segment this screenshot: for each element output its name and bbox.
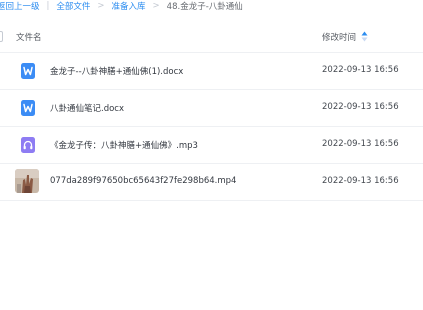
back-link[interactable]: 返回上一级 xyxy=(0,0,40,12)
file-row[interactable]: 金龙子--八卦神膳+通仙佛(1).docx 2022-09-13 16:56 xyxy=(0,52,423,89)
audio-file-icon xyxy=(21,137,35,153)
breadcrumb-separator: > xyxy=(152,1,160,11)
file-row[interactable]: 《金龙子传：八卦神膳+通仙佛》.mp3 2022-09-13 16:56 xyxy=(0,126,423,163)
file-modified-time: 2022-09-13 16:56 xyxy=(322,139,399,149)
file-modified-time: 2022-09-13 16:56 xyxy=(322,65,399,75)
file-name[interactable]: 八卦通仙笔记.docx xyxy=(50,102,124,114)
breadcrumb: 返回上一级 | 全部文件 > 准备入库 > 48.金龙子-八卦通仙 xyxy=(0,0,243,12)
word-doc-icon xyxy=(21,100,35,116)
file-modified-time: 2022-09-13 16:56 xyxy=(322,176,399,186)
file-row[interactable]: 077da289f97650bc65643f27fe298b64.mp4 202… xyxy=(0,163,423,201)
select-all-checkbox[interactable] xyxy=(0,31,3,42)
breadcrumb-separator: | xyxy=(46,1,50,11)
file-modified-time: 2022-09-13 16:56 xyxy=(322,102,399,112)
file-row[interactable]: 八卦通仙笔记.docx 2022-09-13 16:56 xyxy=(0,89,423,126)
column-header-modified[interactable]: 修改时间 xyxy=(322,31,356,43)
video-thumbnail xyxy=(15,169,39,193)
file-name[interactable]: 《金龙子传：八卦神膳+通仙佛》.mp3 xyxy=(50,139,198,151)
breadcrumb-separator: > xyxy=(97,1,105,11)
file-name[interactable]: 077da289f97650bc65643f27fe298b64.mp4 xyxy=(50,176,236,186)
breadcrumb-folder[interactable]: 准备入库 xyxy=(112,0,146,12)
word-doc-icon xyxy=(21,63,35,79)
breadcrumb-current: 48.金龙子-八卦通仙 xyxy=(166,2,243,12)
file-list: 金龙子--八卦神膳+通仙佛(1).docx 2022-09-13 16:56 八… xyxy=(0,52,423,201)
column-header-name[interactable]: 文件名 xyxy=(16,31,42,43)
sort-icon[interactable] xyxy=(361,31,368,42)
file-list-header: 文件名 修改时间 xyxy=(0,22,423,52)
file-name[interactable]: 金龙子--八卦神膳+通仙佛(1).docx xyxy=(50,65,183,77)
breadcrumb-all-files[interactable]: 全部文件 xyxy=(56,0,90,12)
